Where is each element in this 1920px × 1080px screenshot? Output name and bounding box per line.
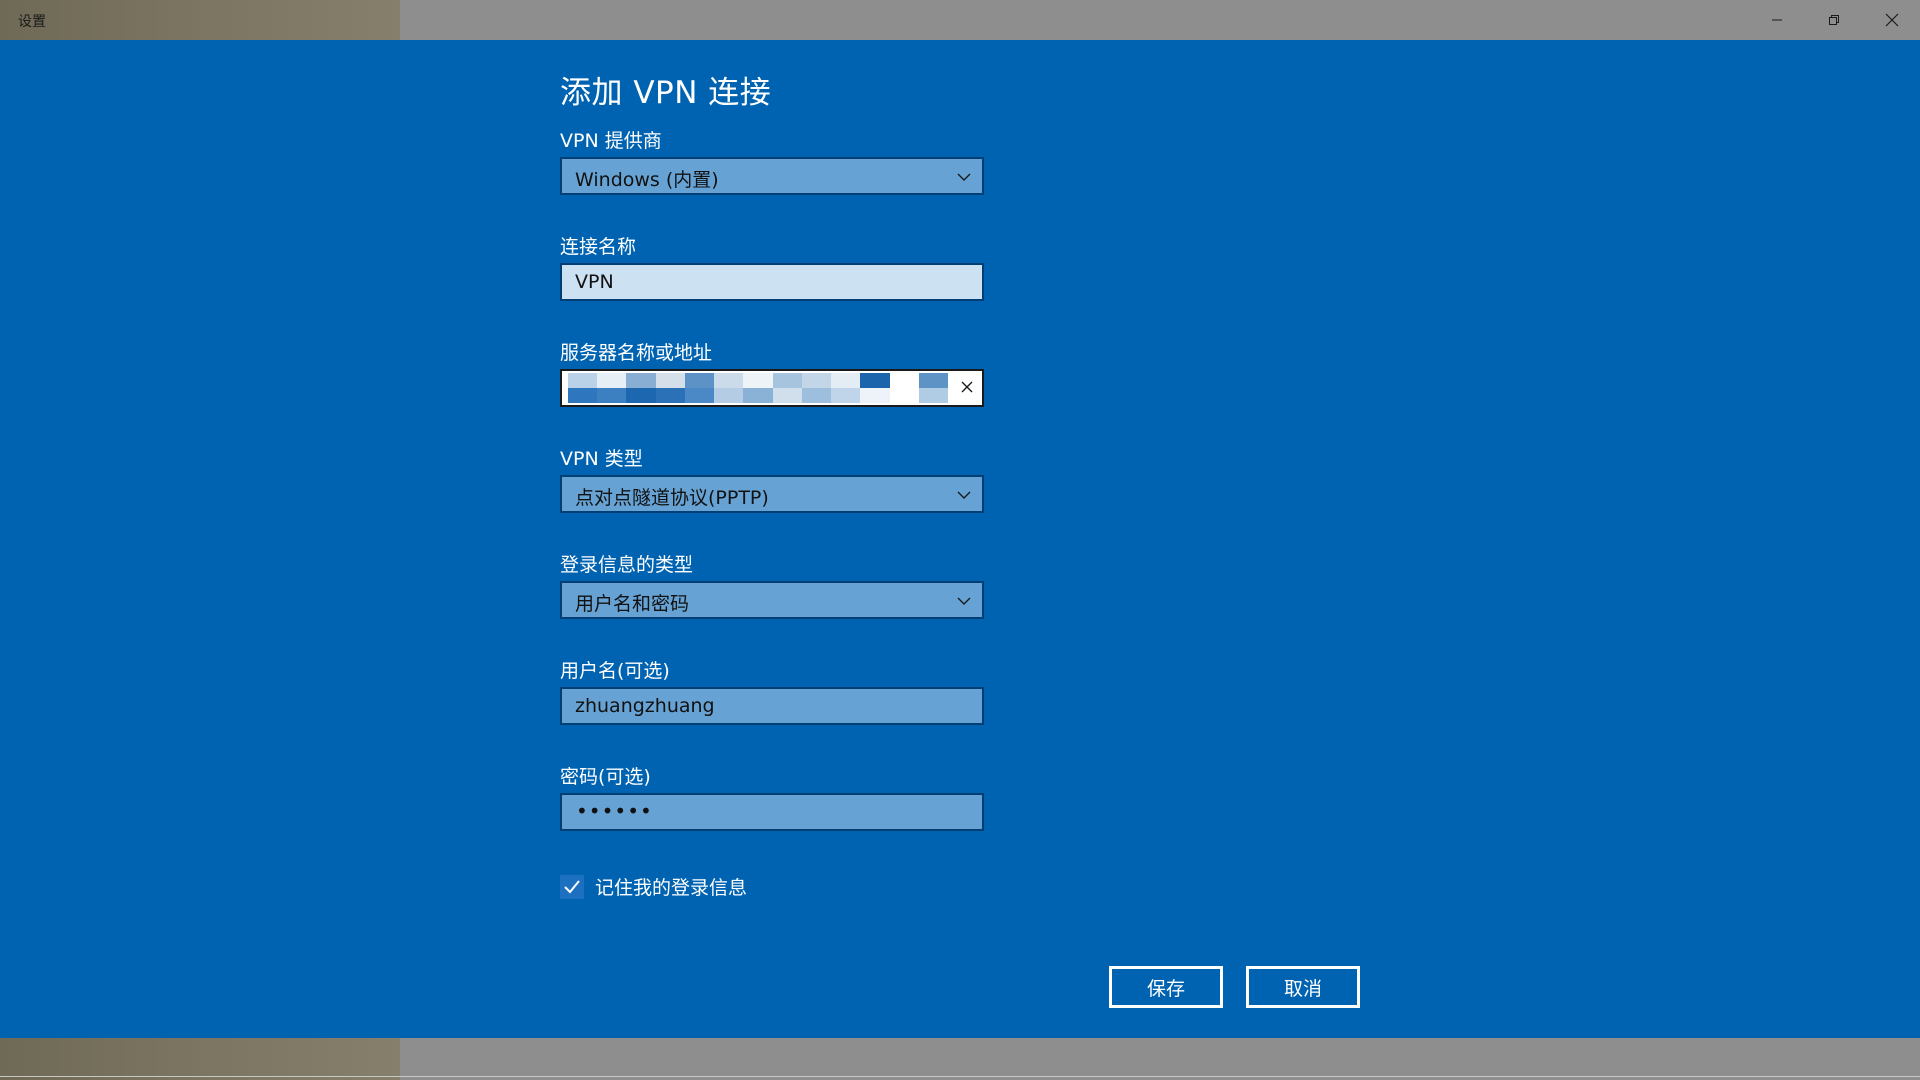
signin-type-label: 登录信息的类型: [560, 554, 694, 576]
app-title: 设置: [18, 14, 46, 30]
restore-icon: [1829, 15, 1839, 25]
server-label: 服务器名称或地址: [560, 342, 713, 364]
clear-text-icon[interactable]: [960, 380, 974, 394]
username-value: zhuangzhuang: [575, 695, 715, 717]
save-button[interactable]: 保存: [1109, 966, 1223, 1008]
title-bar-blur: [0, 0, 400, 40]
password-label: 密码(可选): [560, 766, 651, 788]
connection-name-label: 连接名称: [560, 236, 637, 258]
provider-dropdown[interactable]: Windows (内置): [560, 157, 984, 195]
provider-label: VPN 提供商: [560, 130, 662, 152]
provider-value: Windows (内置): [575, 169, 719, 191]
restore-button[interactable]: [1806, 0, 1862, 40]
connection-name-input[interactable]: VPN: [560, 263, 984, 301]
vpn-type-dropdown[interactable]: 点对点隧道协议(PPTP): [560, 475, 984, 513]
close-button[interactable]: [1864, 0, 1920, 40]
remember-label[interactable]: 记住我的登录信息: [595, 873, 747, 900]
connection-name-value: VPN: [575, 271, 614, 293]
signin-type-dropdown[interactable]: 用户名和密码: [560, 581, 984, 619]
chevron-down-icon: [957, 597, 971, 605]
remember-checkbox[interactable]: [560, 875, 584, 899]
minimize-icon: [1772, 19, 1782, 21]
chevron-down-icon: [957, 491, 971, 499]
cancel-button[interactable]: 取消: [1246, 966, 1360, 1008]
checkmark-icon: [564, 880, 580, 894]
title-bar: 设置: [0, 0, 1920, 40]
signin-type-value: 用户名和密码: [575, 593, 690, 615]
password-value: ••••••: [576, 799, 653, 823]
minimize-button[interactable]: [1749, 0, 1805, 40]
password-input[interactable]: ••••••: [560, 793, 984, 831]
username-input[interactable]: zhuangzhuang: [560, 687, 984, 725]
server-input[interactable]: [560, 369, 984, 407]
add-vpn-dialog: 添加 VPN 连接 VPN 提供商 Windows (内置) 连接名称 VPN …: [0, 40, 1920, 1038]
redacted-server-value: [568, 373, 948, 403]
dialog-title: 添加 VPN 连接: [560, 75, 772, 111]
divider: [0, 1076, 1920, 1077]
vpn-type-value: 点对点隧道协议(PPTP): [575, 487, 769, 509]
vpn-type-label: VPN 类型: [560, 448, 643, 470]
bottom-strip-blur: [0, 1038, 400, 1080]
username-label: 用户名(可选): [560, 660, 670, 682]
close-icon: [1885, 13, 1899, 27]
bottom-strip: [0, 1038, 1920, 1080]
chevron-down-icon: [957, 173, 971, 181]
